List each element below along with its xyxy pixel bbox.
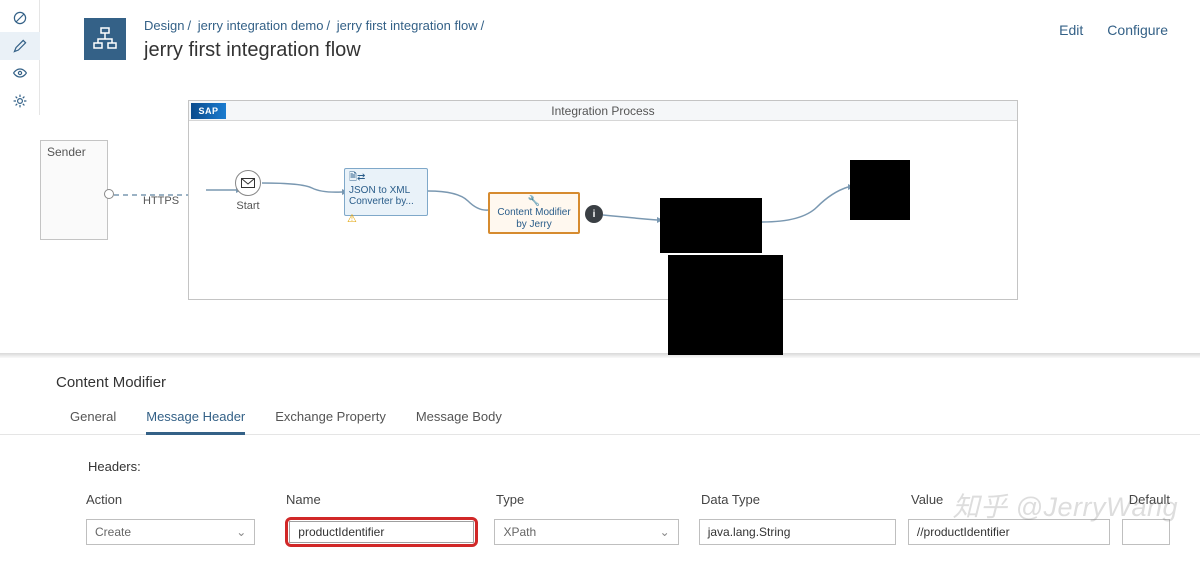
col-default: Default xyxy=(1126,492,1180,507)
process-title: Integration Process xyxy=(551,104,654,118)
page-title: jerry first integration flow xyxy=(144,39,487,62)
start-label: Start xyxy=(235,200,261,212)
type-select[interactable]: XPath ⌄ xyxy=(494,519,678,545)
breadcrumb-flow[interactable]: jerry first integration flow xyxy=(337,18,478,33)
left-rail xyxy=(0,0,40,115)
warning-icon: ⚠ xyxy=(347,213,357,226)
tab-exchange-property[interactable]: Exchange Property xyxy=(275,403,386,434)
envelope-icon xyxy=(235,170,261,196)
header-row: Create ⌄ productIdentifier XPath ⌄ java.… xyxy=(86,517,1180,547)
header: Design/ jerry integration demo/ jerry fi… xyxy=(40,0,1200,80)
rail-pencil-icon[interactable] xyxy=(0,32,40,60)
tab-message-header[interactable]: Message Header xyxy=(146,403,245,434)
tab-general[interactable]: General xyxy=(70,403,116,434)
value-input[interactable]: //productIdentifier xyxy=(908,519,1110,545)
redacted-node-2 xyxy=(850,160,910,220)
sap-badge: SAP xyxy=(191,103,226,119)
col-type: Type xyxy=(496,492,701,507)
converter-icon: 🗎⇄ xyxy=(349,172,423,184)
breadcrumb-package[interactable]: jerry integration demo xyxy=(198,18,324,33)
tab-message-body[interactable]: Message Body xyxy=(416,403,502,434)
configure-button[interactable]: Configure xyxy=(1107,22,1168,38)
sender-port[interactable] xyxy=(104,189,114,199)
name-input[interactable]: productIdentifier xyxy=(289,521,474,543)
breadcrumb-design[interactable]: Design xyxy=(144,18,184,33)
panel-title: Content Modifier xyxy=(0,358,1200,403)
flow-icon xyxy=(84,18,126,60)
chevron-down-icon: ⌄ xyxy=(236,525,246,539)
properties-panel: Content Modifier General Message Header … xyxy=(0,358,1200,562)
info-icon[interactable]: i xyxy=(585,205,603,223)
rail-gear-icon[interactable] xyxy=(0,87,40,115)
rail-eye-icon[interactable] xyxy=(0,60,40,88)
json-to-xml-label: JSON to XML Converter by... xyxy=(349,185,423,208)
chevron-down-icon: ⌄ xyxy=(660,525,670,539)
content-modifier-node[interactable]: 🔧 Content Modifier by Jerry xyxy=(488,192,580,234)
default-input[interactable] xyxy=(1122,519,1170,545)
https-connector-label: HTTPS xyxy=(143,195,179,207)
col-value: Value xyxy=(911,492,1126,507)
redacted-node-1 xyxy=(660,198,762,253)
col-action: Action xyxy=(86,492,286,507)
sender-label: Sender xyxy=(41,141,107,163)
headers-label: Headers: xyxy=(0,435,1200,474)
col-name: Name xyxy=(286,492,496,507)
rail-circle-slash-icon[interactable] xyxy=(0,4,40,32)
json-to-xml-node[interactable]: 🗎⇄ JSON to XML Converter by... ⚠ xyxy=(344,168,428,216)
sender-box[interactable]: Sender xyxy=(40,140,108,240)
canvas: Sender HTTPS SAP Integration Process Sta… xyxy=(40,92,1200,352)
headers-grid: Action Name Type Data Type Value Default… xyxy=(0,474,1200,547)
redacted-node-3 xyxy=(668,255,783,355)
col-datatype: Data Type xyxy=(701,492,911,507)
name-highlight: productIdentifier xyxy=(285,517,478,547)
content-modifier-label: Content Modifier by Jerry xyxy=(494,207,574,230)
start-node[interactable]: Start xyxy=(235,170,261,212)
breadcrumb: Design/ jerry integration demo/ jerry fi… xyxy=(144,18,487,33)
datatype-input[interactable]: java.lang.String xyxy=(699,519,896,545)
wrench-icon: 🔧 xyxy=(528,196,540,208)
action-select[interactable]: Create ⌄ xyxy=(86,519,255,545)
panel-tabs: General Message Header Exchange Property… xyxy=(0,403,1200,435)
edit-button[interactable]: Edit xyxy=(1059,22,1083,38)
